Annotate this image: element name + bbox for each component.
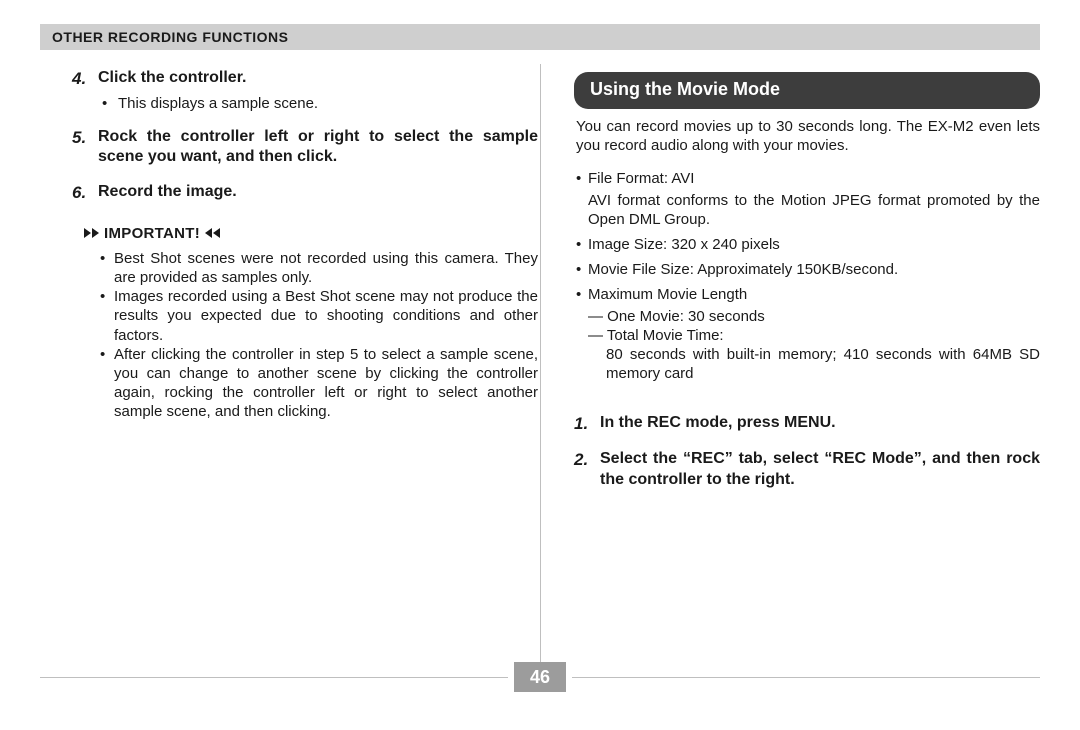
step-text: Rock the controller left or right to sel… — [98, 127, 538, 168]
important-label: IMPORTANT! — [104, 224, 200, 243]
spec-line: Image Size: 320 x 240 pixels — [588, 236, 780, 253]
page-number: 46 — [530, 667, 550, 688]
spec-sub-line: — Total Movie Time: — [588, 326, 1040, 345]
movie-step-2: 2. Select the “REC” tab, select “REC Mod… — [574, 449, 1040, 490]
movie-step-1: 1. In the REC mode, press MENU. — [574, 413, 1040, 435]
note-item: Images recorded using a Best Shot scene … — [100, 287, 538, 345]
section-header-bar: Other Recording Functions — [40, 24, 1040, 50]
step-4: 4. Click the controller. This displays a… — [72, 68, 538, 113]
spec-line: Maximum Movie Length — [588, 286, 747, 303]
step-number: 6. — [72, 182, 98, 204]
section-header-text: Other Recording Functions — [52, 29, 289, 45]
spec-item: Movie File Size: Approximately 150KB/sec… — [576, 260, 1040, 279]
page-number-badge: 46 — [514, 662, 566, 692]
step-6: 6. Record the image. — [72, 182, 538, 204]
spec-line: Movie File Size: Approximately 150KB/sec… — [588, 261, 898, 278]
spec-sub-line: AVI format conforms to the Motion JPEG f… — [588, 191, 1040, 229]
note-item: Best Shot scenes were not recorded using… — [100, 249, 538, 287]
step-text: Select the “REC” tab, select “REC Mode”,… — [600, 449, 1040, 490]
section-title-text: Using the Movie Mode — [590, 79, 780, 99]
step-number: 4. — [72, 68, 98, 90]
step-number: 5. — [72, 127, 98, 149]
spec-list: File Format: AVI AVI format conforms to … — [576, 169, 1040, 383]
triangle-right-icon — [84, 228, 91, 238]
footer-rule — [572, 677, 1040, 678]
spec-item: Image Size: 320 x 240 pixels — [576, 235, 1040, 254]
left-column: 4. Click the controller. This displays a… — [72, 68, 556, 650]
triangle-right-icon — [92, 228, 99, 238]
spec-item: Maximum Movie Length — One Movie: 30 sec… — [576, 285, 1040, 383]
important-heading: IMPORTANT! — [84, 224, 538, 243]
triangle-left-icon — [213, 228, 220, 238]
spec-sub: AVI format conforms to the Motion JPEG f… — [588, 191, 1040, 229]
step-text: Record the image. — [98, 182, 538, 202]
section-intro: You can record movies up to 30 seconds l… — [576, 117, 1040, 155]
step-number: 2. — [574, 449, 600, 471]
footer-rule — [40, 677, 508, 678]
step-4-bullets: This displays a sample scene. — [102, 94, 538, 113]
spec-sub: — One Movie: 30 seconds — Total Movie Ti… — [588, 307, 1040, 384]
step-5: 5. Rock the controller left or right to … — [72, 127, 538, 168]
note-item: After clicking the controller in step 5 … — [100, 345, 538, 422]
step-text: Click the controller. — [98, 68, 538, 88]
spec-line: File Format: AVI — [588, 170, 694, 187]
section-title-pill: Using the Movie Mode — [574, 72, 1040, 109]
columns: 4. Click the controller. This displays a… — [72, 68, 1040, 650]
bullet-item: This displays a sample scene. — [102, 94, 538, 113]
page-footer: 46 — [40, 660, 1040, 694]
spec-sub-line: 80 seconds with built-in memory; 410 sec… — [588, 345, 1040, 383]
spec-item: File Format: AVI AVI format conforms to … — [576, 169, 1040, 229]
step-text: In the REC mode, press MENU. — [600, 413, 1040, 433]
step-number: 1. — [574, 413, 600, 435]
spec-sub-line: — One Movie: 30 seconds — [588, 307, 1040, 326]
important-notes: Best Shot scenes were not recorded using… — [100, 249, 538, 422]
manual-page: Other Recording Functions 4. Click the c… — [0, 0, 1080, 730]
right-column: Using the Movie Mode You can record movi… — [556, 68, 1040, 650]
triangle-left-icon — [205, 228, 212, 238]
movie-mode-steps: 1. In the REC mode, press MENU. 2. Selec… — [574, 413, 1040, 490]
